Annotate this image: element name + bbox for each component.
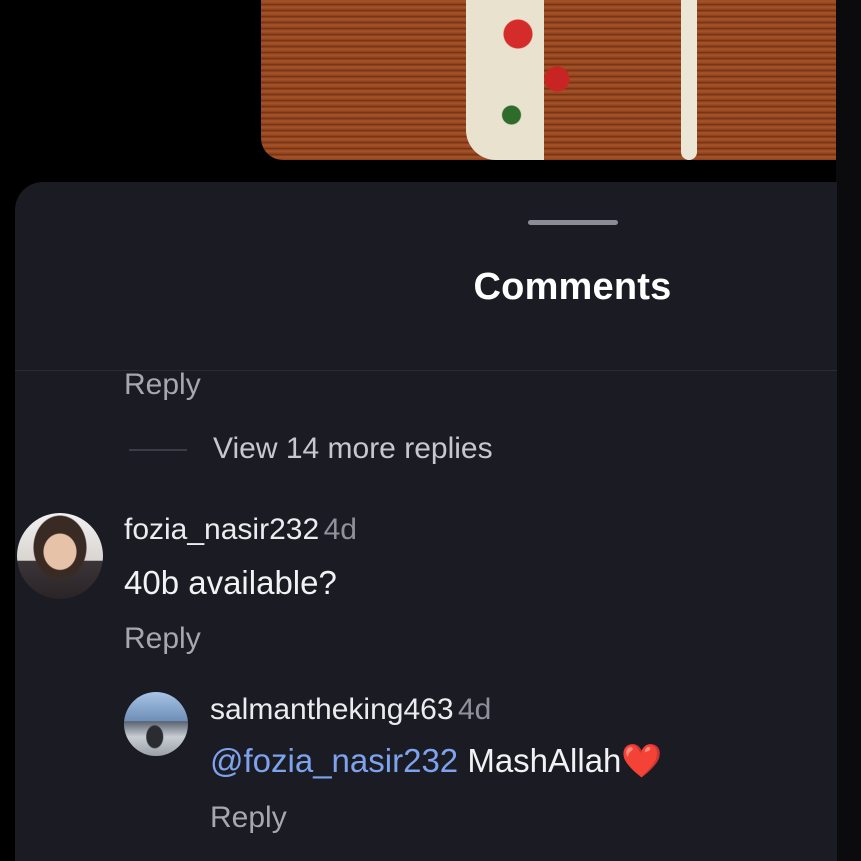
reply-button[interactable]: Reply: [124, 368, 201, 402]
reply-text: @fozia_nasir232 MashAllah❤️: [210, 742, 663, 781]
view-more-replies-button[interactable]: View 14 more replies: [213, 432, 493, 466]
avatar[interactable]: [17, 513, 103, 599]
comment-text: 40b available?: [124, 564, 337, 601]
username[interactable]: fozia_nasir232: [124, 513, 319, 546]
reply-age: 4d: [457, 693, 492, 726]
comment-age: 4d: [323, 513, 357, 546]
drag-handle[interactable]: [528, 220, 618, 225]
right-edge: [836, 0, 861, 861]
reply-button[interactable]: Reply: [124, 622, 201, 656]
comment-header: fozia_nasir232 4d: [124, 513, 357, 547]
view-more-line: [129, 449, 187, 451]
reply-message: MashAllah: [467, 742, 622, 779]
username[interactable]: salmantheking463: [210, 693, 454, 726]
mention-link[interactable]: @fozia_nasir232: [210, 742, 458, 779]
avatar[interactable]: [124, 692, 188, 756]
video-preview[interactable]: [261, 0, 861, 160]
dress-figure: [466, 0, 596, 160]
comments-sheet: Comments Reply View 14 more replies fozi…: [15, 182, 837, 861]
sheet-title: Comments: [473, 266, 672, 308]
heart-emoji-icon: ❤️: [621, 742, 663, 779]
comments-screen: Comments Reply View 14 more replies fozi…: [0, 0, 861, 861]
reply-button[interactable]: Reply: [210, 801, 287, 835]
strap-element: [681, 0, 697, 160]
reply-header: salmantheking463 4d: [210, 693, 491, 727]
